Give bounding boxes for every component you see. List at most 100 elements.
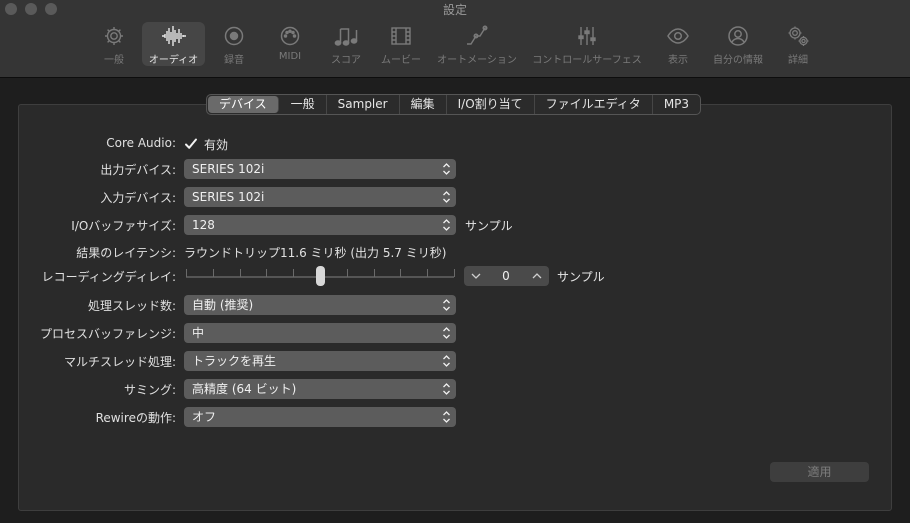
recording-delay-slider-knob[interactable]: [315, 266, 325, 286]
output-device-select[interactable]: SERIES 102i: [184, 159, 456, 179]
tab-file-editor[interactable]: ファイルエディタ: [535, 95, 653, 114]
input-device-select[interactable]: SERIES 102i: [184, 187, 456, 207]
threads-row: 処理スレッド数: 自動 (推奨): [0, 294, 910, 316]
slider-tick: [240, 269, 241, 277]
toolbar-item-general[interactable]: 一般: [97, 22, 131, 66]
music-notes-icon: [334, 28, 358, 46]
rewire-row: Rewireの動作: オフ: [0, 406, 910, 428]
tab-sampler[interactable]: Sampler: [327, 95, 400, 114]
chevron-down-icon[interactable]: [467, 266, 485, 286]
toolbar-item-control-surfaces[interactable]: コントロールサーフェス: [531, 22, 643, 66]
toolbar-item-movie[interactable]: ムービー: [380, 22, 422, 66]
multithreading-row: マルチスレッド処理: トラックを再生: [0, 350, 910, 372]
slider-tick: [266, 269, 267, 277]
summing-row: サミング: 高精度 (64 ビット): [0, 378, 910, 400]
chevron-up-down-icon: [443, 191, 450, 203]
toolbar-item-my-info[interactable]: 自分の情報: [711, 22, 765, 66]
process-buffer-label: プロセスバッファレンジ:: [39, 327, 176, 341]
summing-label: サミング:: [123, 383, 176, 397]
midi-port-icon: [280, 26, 300, 46]
automation-curve-icon: [467, 25, 488, 45]
threads-label: 処理スレッド数:: [87, 299, 176, 313]
tab-devices[interactable]: デバイス: [208, 96, 279, 113]
latency-label: 結果のレイテンシ:: [76, 246, 176, 260]
io-buffer-unit: サンプル: [465, 219, 513, 233]
person-icon: [728, 26, 748, 46]
multithreading-select[interactable]: トラックを再生: [184, 351, 456, 371]
toolbar-item-display[interactable]: 表示: [663, 22, 693, 66]
tab-mp3[interactable]: MP3: [653, 95, 700, 114]
summing-select[interactable]: 高精度 (64 ビット): [184, 379, 456, 399]
toolbar-item-label: 詳細: [788, 55, 808, 66]
latency-value: ラウンドトリップ11.6 ミリ秒 (出力 5.7 ミリ秒): [184, 246, 447, 260]
output-device-row: 出力デバイス: SERIES 102i: [0, 158, 910, 180]
threads-value: 自動 (推奨): [192, 298, 254, 312]
slider-tick: [347, 269, 348, 277]
title-bar: 設定 一般 オーディオ 録音 MIDI スコア ムービー オートメーション コン…: [0, 0, 910, 78]
latency-row: 結果のレイテンシ: ラウンドトリップ11.6 ミリ秒 (出力 5.7 ミリ秒): [0, 241, 910, 263]
waveform-icon: [161, 26, 186, 46]
slider-tick: [454, 269, 455, 277]
slider-tick: [374, 269, 375, 277]
toolbar-item-automation[interactable]: オートメーション: [436, 22, 518, 66]
toolbar-item-label: ムービー: [381, 55, 421, 66]
chevron-up-down-icon: [443, 355, 450, 367]
gears-icon: [788, 26, 809, 46]
toolbar-item-audio[interactable]: オーディオ: [142, 22, 205, 66]
recording-delay-row: レコーディングディレイ: 0 サンプル: [0, 265, 910, 287]
rewire-label: Rewireの動作:: [95, 411, 176, 425]
toolbar-item-label: オートメーション: [437, 55, 517, 66]
chevron-up-icon[interactable]: [528, 266, 546, 286]
toolbar-item-label: コントロールサーフェス: [532, 55, 642, 66]
recording-delay-value[interactable]: 0: [490, 266, 522, 286]
multithreading-label: マルチスレッド処理:: [63, 355, 176, 369]
toolbar-item-midi[interactable]: MIDI: [276, 22, 304, 66]
rewire-select[interactable]: オフ: [184, 407, 456, 427]
slider-tick: [400, 269, 401, 277]
faders-icon: [578, 27, 596, 45]
multithreading-value: トラックを再生: [192, 354, 277, 368]
tab-io-assignments[interactable]: I/O割り当て: [447, 95, 535, 114]
io-buffer-label: I/Oバッファサイズ:: [71, 219, 176, 233]
process-buffer-select[interactable]: 中: [184, 323, 456, 343]
chevron-up-down-icon: [443, 219, 450, 231]
rewire-value: オフ: [192, 410, 217, 424]
core-audio-label: Core Audio:: [106, 136, 176, 150]
toolbar-item-score[interactable]: スコア: [330, 22, 362, 66]
core-audio-row: Core Audio: 有効: [0, 133, 910, 155]
input-device-row: 入力デバイス: SERIES 102i: [0, 186, 910, 208]
apply-button[interactable]: 適用: [770, 462, 869, 482]
recording-delay-unit: サンプル: [557, 270, 605, 284]
toolbar-item-advanced[interactable]: 詳細: [783, 22, 813, 66]
output-device-label: 出力デバイス:: [100, 163, 176, 177]
output-device-value: SERIES 102i: [192, 162, 265, 176]
slider-tick: [213, 269, 214, 277]
input-device-label: 入力デバイス:: [100, 191, 176, 205]
toolbar-item-label: オーディオ: [148, 55, 199, 66]
slider-tick: [427, 269, 428, 277]
film-icon: [391, 27, 411, 45]
window-title: 設定: [442, 3, 467, 17]
toolbar-item-record[interactable]: 録音: [220, 22, 248, 66]
recording-delay-stepper[interactable]: 0: [464, 266, 549, 286]
process-buffer-value: 中: [192, 326, 205, 340]
tab-bar: デバイス 一般 Sampler 編集 I/O割り当て ファイルエディタ MP3: [206, 94, 702, 115]
io-buffer-value: 128: [192, 218, 215, 232]
slider-tick: [293, 269, 294, 277]
io-buffer-select[interactable]: 128: [184, 215, 456, 235]
threads-select[interactable]: 自動 (推奨): [184, 295, 456, 315]
chevron-up-down-icon: [443, 383, 450, 395]
summing-value: 高精度 (64 ビット): [192, 382, 297, 396]
tab-general[interactable]: 一般: [280, 95, 327, 114]
eye-icon: [667, 28, 689, 44]
record-icon: [224, 26, 244, 46]
chevron-up-down-icon: [443, 299, 450, 311]
core-audio-checkbox[interactable]: [184, 137, 198, 151]
chevron-up-down-icon: [443, 411, 450, 423]
toolbar-item-label: 表示: [668, 55, 688, 66]
toolbar-item-label: MIDI: [278, 51, 302, 62]
io-buffer-row: I/Oバッファサイズ: 128 サンプル: [0, 214, 910, 236]
chevron-up-down-icon: [443, 163, 450, 175]
gear-icon: [105, 27, 123, 45]
tab-edit[interactable]: 編集: [400, 95, 447, 114]
